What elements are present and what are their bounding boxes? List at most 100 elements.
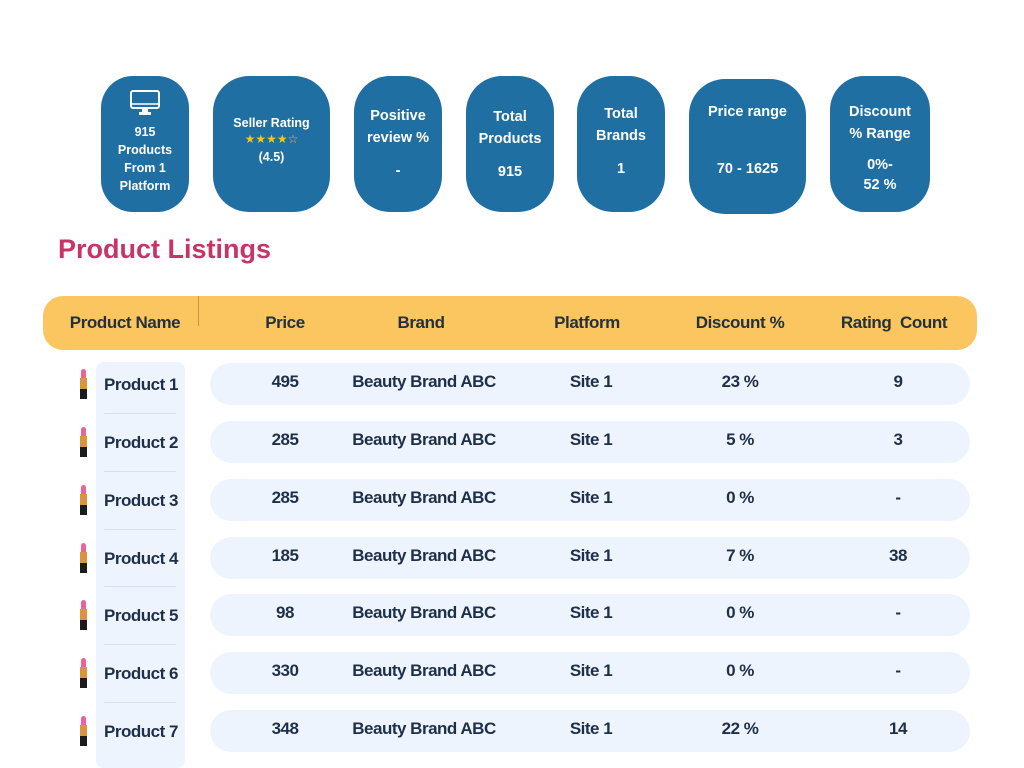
table-row[interactable]: Product 2 285 Beauty Brand ABC Site 1 5 … <box>0 421 1024 463</box>
product-discount: 0 % <box>726 603 754 622</box>
product-platform: Site 1 <box>569 488 613 507</box>
product-platform: Site 1 <box>569 661 613 680</box>
row-divider <box>104 529 176 530</box>
header-price[interactable]: Price <box>265 296 305 350</box>
positive-review-label-2: review % <box>366 130 430 146</box>
price-range-value: 70 - 1625 <box>716 161 779 177</box>
price-range-card: Price range 70 - 1625 <box>689 79 806 214</box>
product-brand: Beauty Brand ABC <box>352 719 496 738</box>
discount-range-value-1: 0%- <box>867 157 893 173</box>
product-name[interactable]: Product 7 <box>104 710 178 752</box>
row-divider <box>104 471 176 472</box>
section-title: Product Listings <box>58 234 272 264</box>
platform-line3: Platform <box>119 179 171 193</box>
product-price: 285 <box>271 488 299 507</box>
lipstick-icon <box>80 658 87 688</box>
header-divider <box>198 296 199 326</box>
positive-review-label-1: Positive <box>370 108 426 124</box>
table-row[interactable]: Product 3 285 Beauty Brand ABC Site 1 0 … <box>0 479 1024 521</box>
product-price: 98 <box>276 603 294 622</box>
product-rating-count: 38 <box>889 546 907 565</box>
product-platform: Site 1 <box>569 372 613 391</box>
table-row[interactable]: Product 6 330 Beauty Brand ABC Site 1 0 … <box>0 652 1024 694</box>
product-rating-count: - <box>895 603 901 622</box>
row-divider <box>104 702 176 703</box>
product-name[interactable]: Product 3 <box>104 479 178 521</box>
product-price: 185 <box>271 546 299 565</box>
product-platform: Site 1 <box>569 719 613 738</box>
lipstick-icon <box>80 716 87 746</box>
discount-range-value-2: 52 % <box>863 177 897 193</box>
product-brand: Beauty Brand ABC <box>352 546 496 565</box>
header-brand[interactable]: Brand <box>397 296 445 350</box>
seller-rating-value: (4.5) <box>258 150 285 164</box>
product-name[interactable]: Product 6 <box>104 652 178 694</box>
product-platform: Site 1 <box>569 546 613 565</box>
product-brand: Beauty Brand ABC <box>352 488 496 507</box>
lipstick-icon <box>80 485 87 515</box>
product-platform: Site 1 <box>569 430 613 449</box>
positive-review-card: Positive review % - <box>354 76 442 212</box>
product-rating-count: - <box>895 661 901 680</box>
product-name[interactable]: Product 4 <box>104 537 178 579</box>
monitor-icon <box>130 90 160 115</box>
product-rating-count: 9 <box>893 372 903 391</box>
table-row[interactable]: Product 4 185 Beauty Brand ABC Site 1 7 … <box>0 537 1024 579</box>
product-discount: 0 % <box>726 488 754 507</box>
product-price: 495 <box>271 372 299 391</box>
lipstick-icon <box>80 427 87 457</box>
total-products-label-1: Total <box>493 109 527 125</box>
table-row[interactable]: Product 1 495 Beauty Brand ABC Site 1 23… <box>0 363 1024 405</box>
seller-rating-card: Seller Rating ★★★★☆ (4.5) <box>213 76 330 212</box>
total-products-card: Total Products 915 <box>466 76 554 212</box>
product-rating-count: - <box>895 488 901 507</box>
discount-range-label-1: Discount <box>848 104 912 120</box>
product-name[interactable]: Product 2 <box>104 421 178 463</box>
product-price: 348 <box>271 719 299 738</box>
positive-review-value: - <box>395 163 401 179</box>
star-rating-icon: ★★★★☆ <box>245 132 299 146</box>
product-brand: Beauty Brand ABC <box>352 430 496 449</box>
filled-stars-icon: ★★★★ <box>244 132 288 146</box>
product-discount: 0 % <box>726 661 754 680</box>
platform-line1: Products <box>117 143 173 157</box>
product-price: 285 <box>271 430 299 449</box>
product-brand: Beauty Brand ABC <box>352 372 496 391</box>
product-platform: Site 1 <box>569 603 613 622</box>
product-discount: 22 % <box>721 719 759 738</box>
total-brands-label-2: Brands <box>596 128 646 144</box>
product-brand: Beauty Brand ABC <box>352 603 496 622</box>
lipstick-icon <box>80 369 87 399</box>
table-row[interactable]: Product 5 98 Beauty Brand ABC Site 1 0 %… <box>0 594 1024 636</box>
platform-card: 915 Products From 1 Platform <box>101 76 189 212</box>
price-range-label: Price range <box>708 104 787 120</box>
discount-range-card: Discount % Range 0%- 52 % <box>830 76 930 212</box>
table-row[interactable]: Product 7 348 Beauty Brand ABC Site 1 22… <box>0 710 1024 752</box>
product-name[interactable]: Product 1 <box>104 363 178 405</box>
platform-line2: From 1 <box>124 161 166 175</box>
header-platform[interactable]: Platform <box>554 296 620 350</box>
seller-rating-label: Seller Rating <box>233 116 310 130</box>
row-divider <box>104 586 176 587</box>
lipstick-icon <box>80 600 87 630</box>
product-rating-count: 3 <box>893 430 903 449</box>
header-rating-count[interactable]: Rating Count <box>841 296 948 350</box>
empty-star-icon: ☆ <box>287 132 299 146</box>
discount-range-label-2: % Range <box>849 126 911 142</box>
row-divider <box>104 413 176 414</box>
total-products-value: 915 <box>497 164 523 180</box>
table-header: Product Name Price Brand Platform Discou… <box>43 296 977 350</box>
header-discount[interactable]: Discount % <box>696 296 785 350</box>
product-rating-count: 14 <box>889 719 907 738</box>
product-discount: 5 % <box>726 430 754 449</box>
header-product-name[interactable]: Product Name <box>70 296 181 350</box>
row-divider <box>104 644 176 645</box>
total-brands-value: 1 <box>616 161 626 177</box>
platform-product-count: 915 <box>134 125 156 139</box>
total-products-label-2: Products <box>478 131 542 147</box>
total-brands-card: Total Brands 1 <box>577 76 665 212</box>
lipstick-icon <box>80 543 87 573</box>
product-price: 330 <box>271 661 299 680</box>
total-brands-label-1: Total <box>604 106 638 122</box>
product-name[interactable]: Product 5 <box>104 594 178 636</box>
